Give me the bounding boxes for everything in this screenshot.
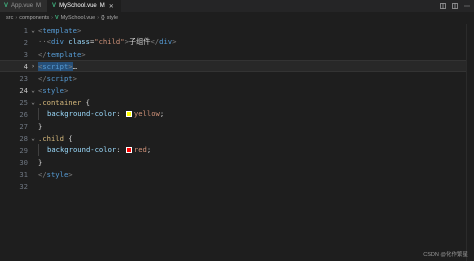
line-number: 23 bbox=[19, 73, 28, 83]
fold-chevron-icon[interactable]: ⌄ bbox=[28, 27, 38, 34]
line-number: 3 bbox=[23, 49, 28, 59]
code-content: .container { bbox=[38, 97, 90, 107]
code-line: 32 bbox=[0, 180, 474, 192]
fold-chevron-icon[interactable]: ⌄ bbox=[28, 135, 38, 142]
breadcrumb-file[interactable]: MySchool.vue bbox=[61, 15, 96, 21]
fold-chevron-right-icon[interactable]: › bbox=[28, 63, 38, 70]
line-number: 28 bbox=[19, 133, 28, 143]
editor-actions bbox=[440, 0, 474, 12]
code-line: 25 ⌄ .container { bbox=[0, 96, 474, 108]
split-editor-icon[interactable] bbox=[452, 3, 458, 9]
code-line: 31 </style> bbox=[0, 168, 474, 180]
chevron-right-icon: › bbox=[15, 14, 18, 21]
line-number: 27 bbox=[19, 121, 28, 131]
breadcrumb-src[interactable]: src bbox=[6, 15, 13, 21]
code-line: 28 ⌄ .child { bbox=[0, 132, 474, 144]
code-editor[interactable]: 1 ⌄ <template> 2 ··<div class="child">子组… bbox=[0, 24, 474, 261]
braces-icon: {} bbox=[101, 14, 105, 21]
line-number: 24 bbox=[19, 85, 28, 95]
code-content: <template> bbox=[38, 25, 82, 35]
line-number: 4 bbox=[23, 61, 28, 71]
code-line: 3 </template> bbox=[0, 48, 474, 60]
chevron-right-icon: › bbox=[51, 14, 53, 21]
code-content: background-color: red; bbox=[38, 144, 151, 156]
code-content: background-color: yellow; bbox=[38, 108, 164, 120]
code-content: </script> bbox=[38, 73, 77, 83]
vue-file-icon: V bbox=[52, 3, 57, 9]
tab-label: MySchool.vue bbox=[59, 3, 97, 9]
watermark: CSDN @化作繁星 bbox=[423, 252, 468, 258]
chevron-right-icon: › bbox=[97, 14, 100, 21]
code-content: </style> bbox=[38, 169, 73, 179]
more-actions-icon[interactable] bbox=[464, 3, 470, 9]
fold-chevron-icon[interactable]: ⌄ bbox=[28, 87, 38, 94]
code-line: 2 ··<div class="child">子组件</div> bbox=[0, 36, 474, 48]
code-content: ··<div class="child">子组件</div> bbox=[38, 37, 177, 46]
breadcrumb-section[interactable]: style bbox=[107, 15, 118, 21]
tab-myschool-vue[interactable]: V MySchool.vue M ✕ bbox=[48, 0, 121, 12]
modified-badge: M bbox=[36, 3, 42, 9]
code-line: 1 ⌄ <template> bbox=[0, 24, 474, 36]
line-number: 32 bbox=[19, 181, 28, 191]
fold-chevron-icon[interactable]: ⌄ bbox=[28, 99, 38, 106]
code-line: 27 } bbox=[0, 120, 474, 132]
code-line: 26 background-color: yellow; bbox=[0, 108, 474, 120]
overview-ruler[interactable] bbox=[466, 24, 474, 261]
code-line: 30 } bbox=[0, 156, 474, 168]
code-content: <style> bbox=[38, 85, 69, 95]
code-content: </template> bbox=[38, 49, 86, 59]
line-number: 1 bbox=[23, 25, 28, 35]
code-content: } bbox=[38, 121, 43, 131]
tab-label: App.vue bbox=[11, 3, 34, 9]
line-number: 25 bbox=[19, 97, 28, 107]
color-swatch-yellow[interactable] bbox=[125, 111, 132, 117]
breadcrumb: src › components › V MySchool.vue › {} s… bbox=[0, 12, 474, 23]
tab-app-vue[interactable]: V App.vue M bbox=[0, 0, 49, 12]
line-number: 29 bbox=[19, 145, 28, 155]
modified-badge: M bbox=[99, 3, 105, 9]
vue-file-icon: V bbox=[55, 14, 59, 21]
code-line: 24 ⌄ <style> bbox=[0, 84, 474, 96]
code-content: .child { bbox=[38, 133, 73, 143]
code-line: 23 </script> bbox=[0, 72, 474, 84]
line-number: 26 bbox=[19, 109, 28, 119]
vue-file-icon: V bbox=[4, 3, 9, 9]
code-content: } bbox=[38, 157, 43, 167]
line-number: 2 bbox=[23, 37, 28, 47]
color-swatch-red[interactable] bbox=[125, 147, 132, 153]
close-icon[interactable]: ✕ bbox=[109, 3, 114, 10]
code-content: <script>… bbox=[38, 61, 77, 71]
compare-icon[interactable] bbox=[440, 3, 446, 9]
code-line-current: 4 › <script>… bbox=[0, 60, 474, 72]
tab-bar: V App.vue M V MySchool.vue M ✕ bbox=[0, 0, 474, 12]
breadcrumb-components[interactable]: components bbox=[19, 15, 49, 21]
line-number: 30 bbox=[19, 157, 28, 167]
code-line: 29 background-color: red; bbox=[0, 144, 474, 156]
line-number: 31 bbox=[19, 169, 28, 179]
